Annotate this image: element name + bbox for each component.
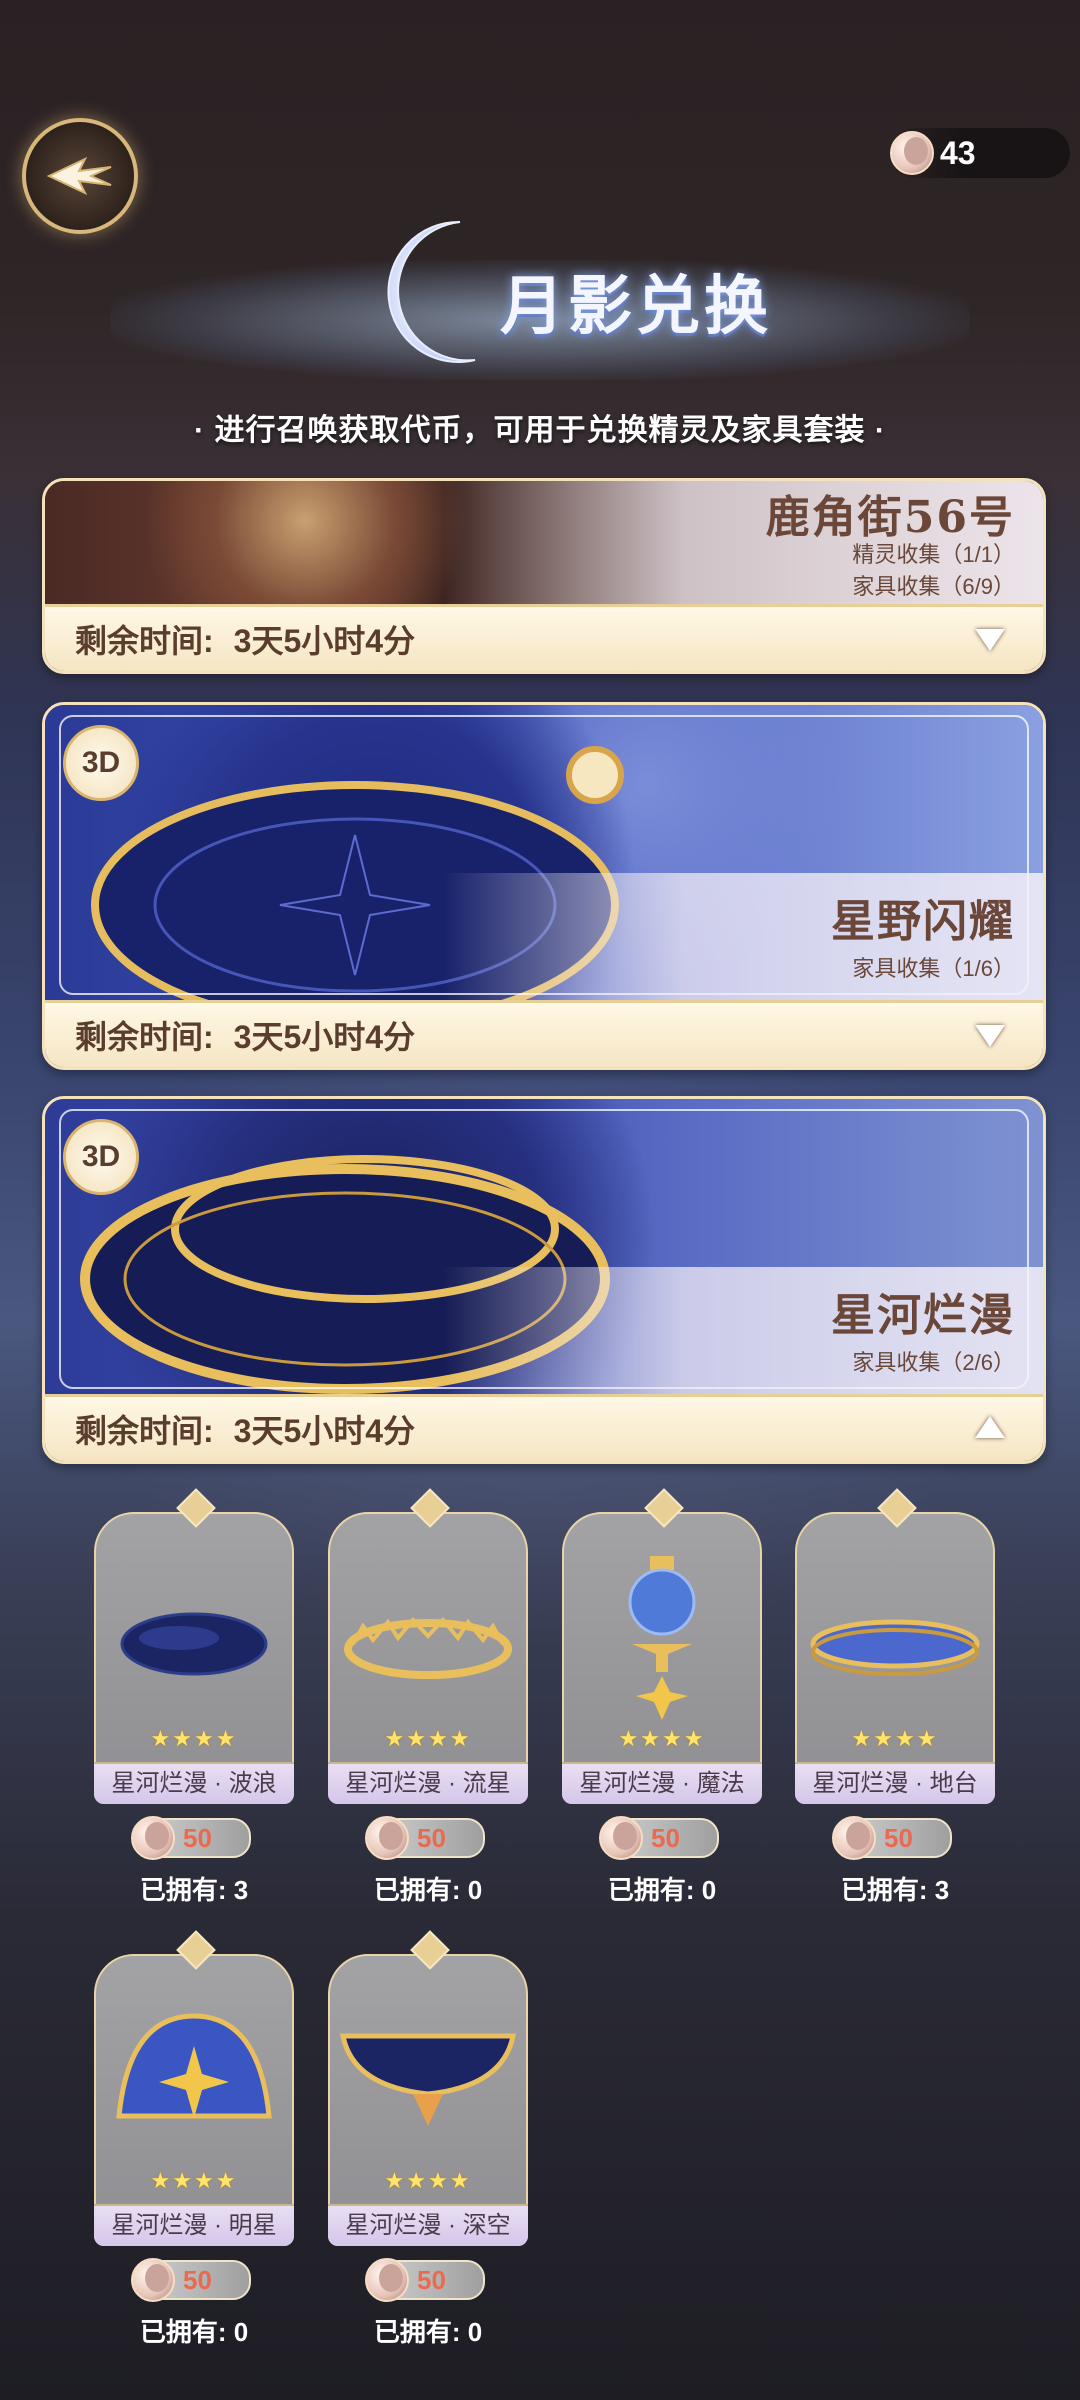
star-canopy-icon xyxy=(116,2013,272,2119)
set-furniture-progress: 家具收集（6/9） xyxy=(852,574,1015,599)
item-wave[interactable]: ★★★★ 星河烂漫 · 波浪 50 已拥有: 3 xyxy=(94,1488,294,1907)
price-button[interactable]: 50 xyxy=(599,1816,719,1860)
item-name: 星河烂漫 · 流星 xyxy=(328,1762,528,1804)
item-rating: ★★★★ xyxy=(618,1726,706,1751)
item-platform[interactable]: ★★★★ 星河烂漫 · 地台 50 已拥有: 3 xyxy=(795,1488,995,1907)
price-value: 50 xyxy=(183,2265,212,2295)
item-rating: ★★★★ xyxy=(384,2168,472,2193)
price-button[interactable]: 50 xyxy=(131,1816,251,1860)
item-deep-space[interactable]: ★★★★ 星河烂漫 · 深空 50 已拥有: 0 xyxy=(328,1930,528,2349)
price-button[interactable]: 50 xyxy=(131,2258,251,2302)
wave-rug-icon xyxy=(120,1612,268,1676)
collapse-arrow-icon[interactable] xyxy=(975,1416,1005,1438)
item-meteor[interactable]: ★★★★ 星河烂漫 · 流星 50 已拥有: 0 xyxy=(328,1488,528,1907)
timer-label: 剩余时间: xyxy=(75,1413,214,1449)
timer-value: 3天5小时4分 xyxy=(233,1019,416,1055)
set-spirit-progress: 精灵收集（1/1） xyxy=(852,542,1015,567)
timer-label: 剩余时间: xyxy=(75,623,214,659)
owned-count: 已拥有: 0 xyxy=(607,1875,717,1905)
page-subtitle: · 进行召唤获取代币，可用于兑换精灵及家具套装 · xyxy=(194,414,886,447)
expand-arrow-icon[interactable] xyxy=(975,1025,1005,1047)
set-card-xinghe[interactable]: 3D 星河烂漫 家具收集（2/6） 剩余时间: 3天5小时4分 xyxy=(42,1096,1046,1464)
moon-coin-icon xyxy=(131,1816,175,1860)
price-value: 50 xyxy=(884,1823,913,1853)
deep-space-bowl-icon xyxy=(339,2033,517,2126)
price-value: 50 xyxy=(417,1823,446,1853)
item-magic[interactable]: ★★★★ 星河烂漫 · 魔法 50 已拥有: 0 xyxy=(562,1488,762,1907)
owned-count: 已拥有: 3 xyxy=(139,1875,249,1905)
title-banner: 月影兑换 xyxy=(110,200,970,400)
moon-coin-icon xyxy=(365,2258,409,2302)
price-button[interactable]: 50 xyxy=(832,1816,952,1860)
set-furniture-progress: 家具收集（2/6） xyxy=(852,1350,1015,1375)
moon-coin-icon xyxy=(365,1816,409,1860)
timer-label: 剩余时间: xyxy=(75,1019,214,1055)
item-name: 星河烂漫 · 魔法 xyxy=(562,1762,762,1804)
item-rating: ★★★★ xyxy=(384,1726,472,1751)
3d-badge: 3D xyxy=(63,725,139,801)
timer-value: 3天5小时4分 xyxy=(233,623,416,659)
item-name: 星河烂漫 · 深空 xyxy=(328,2204,528,2246)
golden-ring-icon xyxy=(344,1616,512,1679)
item-rating: ★★★★ xyxy=(851,1726,939,1751)
set-card-lujiaojie[interactable]: 鹿角街56号 精灵收集（1/1） 家具收集（6/9） 剩余时间: 3天5小时4分 xyxy=(42,478,1046,674)
page-title: 月影兑换 xyxy=(500,269,772,344)
item-name: 星河烂漫 · 地台 xyxy=(795,1762,995,1804)
set-timer-bar: 剩余时间: 3天5小时4分 xyxy=(45,604,1043,671)
item-name: 星河烂漫 · 明星 xyxy=(94,2204,294,2246)
set-name: 星野闪耀 xyxy=(831,896,1015,947)
moon-coin-icon xyxy=(131,2258,175,2302)
price-value: 50 xyxy=(651,1823,680,1853)
owned-count: 已拥有: 0 xyxy=(373,1875,483,1905)
expand-arrow-icon[interactable] xyxy=(975,629,1005,651)
currency-display: 43 xyxy=(890,128,1070,178)
currency-value: 43 xyxy=(940,134,976,171)
moon-coin-icon xyxy=(832,1816,876,1860)
3d-badge: 3D xyxy=(63,1119,139,1195)
price-value: 50 xyxy=(417,2265,446,2295)
price-button[interactable]: 50 xyxy=(365,1816,485,1860)
magic-wand-icon xyxy=(628,1556,696,1720)
owned-count: 已拥有: 0 xyxy=(373,2317,483,2347)
item-name: 星河烂漫 · 波浪 xyxy=(94,1762,294,1804)
owned-count: 已拥有: 3 xyxy=(840,1875,950,1905)
moon-coin-icon xyxy=(599,1816,643,1860)
item-rating: ★★★★ xyxy=(150,1726,238,1751)
price-button[interactable]: 50 xyxy=(365,2258,485,2302)
timer-value: 3天5小时4分 xyxy=(233,1413,416,1449)
crescent-moon-icon xyxy=(387,220,476,363)
set-name: 鹿角街56号 xyxy=(765,492,1015,543)
set-name: 星河烂漫 xyxy=(831,1290,1015,1341)
item-rating: ★★★★ xyxy=(150,2168,238,2193)
set-card-xingye[interactable]: 3D 星野闪耀 家具收集（1/6） 剩余时间: 3天5小时4分 xyxy=(42,702,1046,1070)
star-platform-icon xyxy=(810,1619,980,1676)
price-value: 50 xyxy=(183,1823,212,1853)
set-timer-bar: 剩余时间: 3天5小时4分 xyxy=(45,1000,1043,1067)
set-furniture-progress: 家具收集（1/6） xyxy=(852,956,1015,981)
owned-count: 已拥有: 0 xyxy=(139,2317,249,2347)
back-arrow-icon xyxy=(46,156,112,196)
item-star[interactable]: ★★★★ 星河烂漫 · 明星 50 已拥有: 0 xyxy=(94,1930,294,2349)
set-timer-bar: 剩余时间: 3天5小时4分 xyxy=(45,1394,1043,1461)
moon-coin-icon xyxy=(890,131,934,175)
